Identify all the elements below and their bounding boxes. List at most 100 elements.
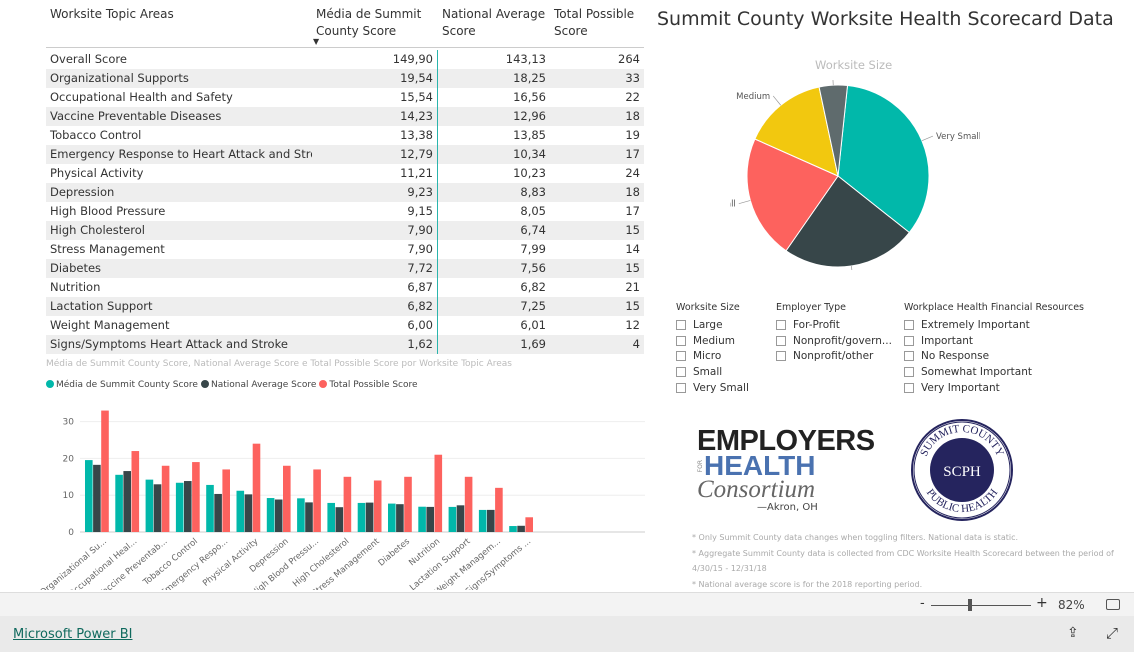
table-row[interactable]: Vaccine Preventable Diseases 14,23 12,96 18 (46, 107, 644, 126)
bar[interactable] (365, 502, 374, 532)
bar[interactable] (236, 490, 245, 532)
bar[interactable] (145, 479, 154, 532)
bar[interactable] (184, 481, 192, 532)
bar[interactable] (115, 474, 123, 532)
bar[interactable] (434, 454, 443, 532)
checkbox[interactable] (904, 366, 914, 377)
bar[interactable] (153, 484, 162, 532)
zoom-out-button[interactable]: - (920, 596, 925, 611)
table-row[interactable]: Weight Management 6,00 6,01 12 (46, 316, 644, 335)
bar[interactable] (327, 502, 335, 532)
slicer-option[interactable]: No Response (904, 348, 1084, 364)
bar[interactable] (509, 526, 517, 532)
table-row[interactable]: Signs/Symptoms Heart Attack and Stroke 1,… (46, 335, 644, 354)
bar[interactable] (343, 476, 352, 532)
checkbox[interactable] (904, 382, 914, 393)
bar[interactable] (305, 502, 313, 532)
bar[interactable] (478, 509, 487, 532)
slicer-option[interactable]: Very Small (676, 380, 749, 396)
slicer-option[interactable]: For-Profit (776, 317, 892, 333)
checkbox[interactable] (676, 382, 686, 393)
checkbox[interactable] (676, 351, 686, 362)
checkbox[interactable] (904, 335, 914, 346)
checkbox[interactable] (776, 335, 786, 346)
bar[interactable] (266, 498, 275, 532)
slicer-option[interactable]: Important (904, 333, 1084, 349)
slicer-option[interactable]: Nonprofit/other (776, 348, 892, 364)
table-row[interactable]: Organizational Supports 19,54 18,25 33 (46, 69, 644, 88)
table-row[interactable]: High Blood Pressure 9,15 8,05 17 (46, 202, 644, 221)
bar[interactable] (448, 506, 457, 532)
bar[interactable] (131, 451, 140, 532)
table-row[interactable]: High Cholesterol 7,90 6,74 15 (46, 221, 644, 240)
bar[interactable] (283, 465, 291, 532)
checkbox[interactable] (904, 351, 914, 362)
share-icon[interactable]: ⇪ (1067, 625, 1079, 641)
bar[interactable] (214, 493, 222, 532)
bar[interactable] (517, 525, 525, 532)
table-row[interactable]: Nutrition 6,87 6,82 21 (46, 278, 644, 297)
checkbox[interactable] (776, 319, 786, 330)
bar[interactable] (222, 469, 230, 532)
bar[interactable] (206, 484, 214, 532)
slicer-option[interactable]: Large (676, 317, 749, 333)
table-row[interactable]: Overall Score 149,90 143,13 264 (46, 50, 644, 69)
bar[interactable] (192, 462, 200, 532)
slicer-option[interactable]: Medium (676, 333, 749, 349)
bar[interactable] (373, 480, 382, 532)
slicer-option[interactable]: Small (676, 364, 749, 380)
bar[interactable] (175, 482, 184, 532)
table-row[interactable]: Lactation Support 6,82 7,25 15 (46, 297, 644, 316)
fit-to-page-icon[interactable] (1106, 599, 1120, 610)
bar[interactable] (418, 506, 426, 532)
col-header-topic[interactable]: Worksite Topic Areas (46, 4, 312, 47)
bar[interactable] (93, 464, 101, 532)
slicer-option[interactable]: Nonprofit/govern... (776, 333, 892, 349)
table-row[interactable]: Emergency Response to Heart Attack and S… (46, 145, 644, 164)
col-header-total[interactable]: Total Possible Score (550, 4, 644, 47)
bar[interactable] (388, 503, 396, 532)
table-row[interactable]: Depression 9,23 8,83 18 (46, 183, 644, 202)
fullscreen-icon[interactable]: ⤢ (1106, 624, 1118, 642)
bar[interactable] (297, 498, 305, 532)
table-row[interactable]: Physical Activity 11,21 10,23 24 (46, 164, 644, 183)
slicer-option[interactable]: Very Important (904, 380, 1084, 396)
power-bi-link[interactable]: Microsoft Power BI (13, 627, 132, 642)
legend-item[interactable]: National Average Score (200, 380, 316, 390)
checkbox[interactable] (676, 335, 686, 346)
bar[interactable] (161, 465, 170, 532)
zoom-slider[interactable] (931, 605, 1031, 606)
slicer-option[interactable]: Somewhat Important (904, 364, 1084, 380)
bar[interactable] (85, 460, 93, 532)
bar[interactable] (525, 517, 533, 532)
checkbox[interactable] (776, 351, 786, 362)
legend-item[interactable]: Total Possible Score (319, 380, 418, 390)
slicer-option[interactable]: Extremely Important (904, 317, 1084, 333)
col-header-national[interactable]: National Average Score (438, 4, 550, 47)
col-header-summit[interactable]: Média de Summit County Score ▼ (312, 4, 438, 47)
bar[interactable] (101, 410, 109, 532)
bar[interactable] (313, 469, 321, 532)
zoom-slider-thumb[interactable] (968, 599, 972, 611)
bar[interactable] (487, 509, 495, 532)
bar[interactable] (426, 506, 434, 532)
bar[interactable] (396, 504, 404, 532)
bar[interactable] (123, 471, 131, 532)
bar[interactable] (464, 476, 473, 532)
bar[interactable] (274, 499, 283, 532)
table-row[interactable]: Occupational Health and Safety 15,54 16,56… (46, 88, 644, 107)
bar[interactable] (335, 507, 344, 532)
table-row[interactable]: Tobacco Control 13,38 13,85 19 (46, 126, 644, 145)
table-row[interactable]: Stress Management 7,90 7,99 14 (46, 240, 644, 259)
table-row[interactable]: Diabetes 7,72 7,56 15 (46, 259, 644, 278)
bar[interactable] (495, 487, 503, 532)
checkbox[interactable] (904, 319, 914, 330)
bar[interactable] (404, 476, 412, 532)
bar[interactable] (456, 505, 465, 532)
slicer-option[interactable]: Micro (676, 348, 749, 364)
bar[interactable] (357, 502, 366, 532)
zoom-in-button[interactable]: + (1036, 595, 1048, 611)
checkbox[interactable] (676, 366, 686, 377)
checkbox[interactable] (676, 319, 686, 330)
bar[interactable] (244, 494, 253, 532)
